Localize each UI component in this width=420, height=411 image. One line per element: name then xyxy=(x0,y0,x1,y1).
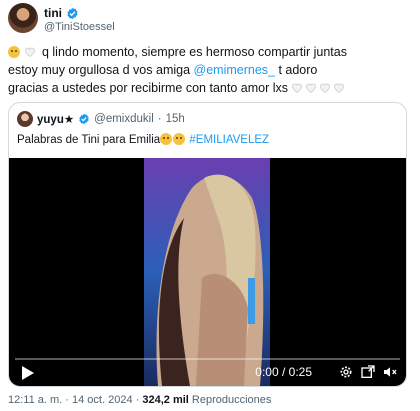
tweet-line-2-text: estoy muy orgullosa d vos amiga xyxy=(8,63,194,77)
video-progress-bar[interactable] xyxy=(15,358,400,360)
video-controls: 0:00 / 0:25 xyxy=(9,356,406,386)
quoted-tweet-card[interactable]: yuyu★ @emixdukil · 15h Palabras de Tini … xyxy=(8,102,407,387)
mute-icon[interactable] xyxy=(382,364,398,380)
fullscreen-icon[interactable] xyxy=(360,364,376,380)
quoted-header: yuyu★ @emixdukil · 15h xyxy=(17,111,185,127)
author-name-row: tini xyxy=(44,6,79,20)
views-label: Reproducciones xyxy=(191,394,272,406)
crying-face-emoji xyxy=(8,46,20,58)
quoted-separator: · xyxy=(157,113,162,125)
quoted-author-name[interactable]: yuyu★ xyxy=(37,112,74,126)
video-frame xyxy=(144,158,270,386)
author-avatar[interactable] xyxy=(8,3,38,33)
tweet-body: q lindo momento, siempre es hermoso comp… xyxy=(8,43,412,97)
white-heart-emoji xyxy=(25,47,36,57)
quoted-avatar[interactable] xyxy=(17,111,33,127)
settings-icon[interactable] xyxy=(338,364,354,380)
tweet-header: tini @TiniStoessel xyxy=(8,3,412,35)
crying-face-emoji xyxy=(173,133,186,145)
tweet-line-1-text: q lindo momento, siempre es hermoso comp… xyxy=(41,45,347,59)
tweet-meta: 12:11 a. m. · 14 oct. 2024 · 324,2 mil R… xyxy=(8,394,271,406)
verified-badge-icon xyxy=(67,7,78,19)
tweet-time[interactable]: 12:11 a. m. xyxy=(8,394,62,406)
crying-face-emoji xyxy=(160,133,173,145)
quoted-text-lead: Palabras de Tini para Emilia xyxy=(17,134,161,146)
meta-separator: · xyxy=(65,394,69,406)
verified-badge-icon xyxy=(79,113,89,125)
quoted-time[interactable]: 15h xyxy=(166,113,185,125)
white-heart-emoji xyxy=(320,83,331,93)
white-heart-emoji xyxy=(292,83,303,93)
video-time: 0:00 / 0:25 xyxy=(255,365,312,379)
tweet-line-3-text: gracias a ustedes por recibirme con tant… xyxy=(8,81,288,95)
view-count: 324,2 mil xyxy=(142,394,189,406)
quoted-handle[interactable]: @emixdukil xyxy=(94,113,154,125)
mention-link[interactable]: @emimernes_ xyxy=(194,63,275,77)
quoted-text: Palabras de Tini para Emilia #EMILIAVELE… xyxy=(17,133,269,146)
tweet-line-2-tail: t adoro xyxy=(274,63,318,77)
play-icon[interactable] xyxy=(21,365,35,381)
author-handle[interactable]: @TiniStoessel xyxy=(44,21,115,33)
video-player[interactable]: 0:00 / 0:25 xyxy=(9,158,406,386)
white-heart-emoji xyxy=(334,83,345,93)
white-heart-emoji xyxy=(306,83,317,93)
tweet-line-3: gracias a ustedes por recibirme con tant… xyxy=(8,79,412,97)
hashtag-link[interactable]: #EMILIAVELEZ xyxy=(189,134,269,146)
author-name[interactable]: tini xyxy=(44,6,62,20)
tweet-line-2: estoy muy orgullosa d vos amiga @emimern… xyxy=(8,61,412,79)
tweet-line-1: q lindo momento, siempre es hermoso comp… xyxy=(8,43,412,61)
meta-separator: · xyxy=(135,394,140,406)
tweet-date[interactable]: 14 oct. 2024 xyxy=(72,394,133,406)
